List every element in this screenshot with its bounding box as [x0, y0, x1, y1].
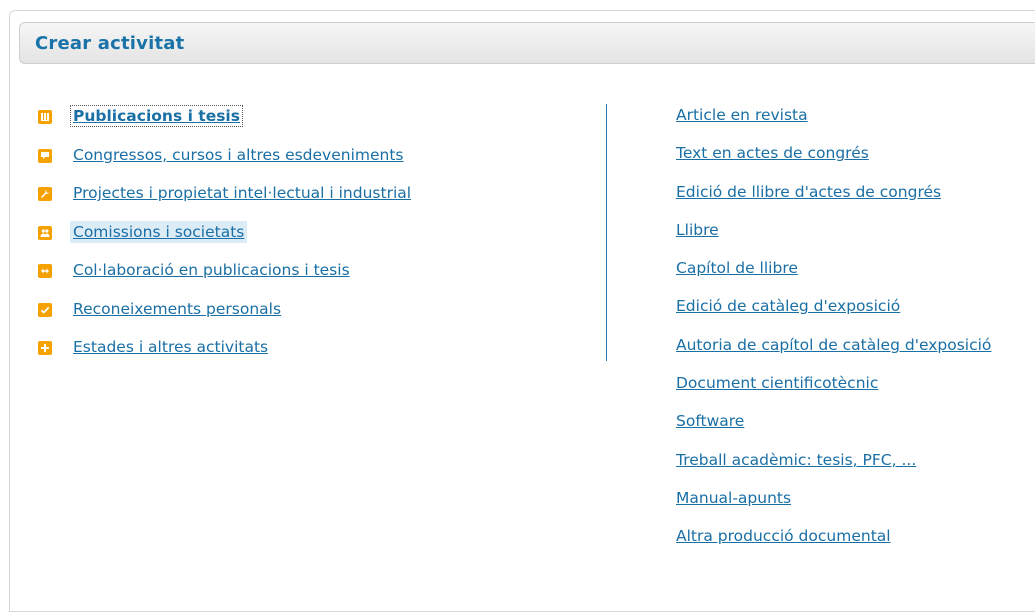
book-icon — [38, 110, 52, 124]
arrows-icon — [38, 264, 52, 278]
subtype-item: Article en revista — [676, 105, 991, 143]
subtype-item: Text en actes de congrés — [676, 143, 991, 181]
subtype-link-treball-academic[interactable]: Treball acadèmic: tesis, PFC, ... — [676, 451, 916, 469]
category-list: Publicacions i tesis Congressos, cursos … — [38, 105, 414, 375]
subtype-link-document-cientificotecnic[interactable]: Document cientificotècnic — [676, 374, 878, 392]
subtype-item: Edició de llibre d'actes de congrés — [676, 182, 991, 220]
subtype-link-software[interactable]: Software — [676, 412, 744, 430]
category-item-comissions: Comissions i societats — [38, 220, 414, 260]
subtype-link-text-actes[interactable]: Text en actes de congrés — [676, 144, 869, 162]
wrench-icon — [38, 187, 52, 201]
subtype-link-llibre[interactable]: Llibre — [676, 221, 719, 239]
category-link-congressos[interactable]: Congressos, cursos i altres esdeveniment… — [70, 144, 407, 166]
page-title: Crear activitat — [35, 33, 185, 54]
subtype-item: Edició de catàleg d'exposició — [676, 296, 991, 334]
category-link-publicacions[interactable]: Publicacions i tesis — [70, 105, 243, 127]
subtype-item: Document cientificotècnic — [676, 373, 991, 411]
subtype-link-edicio-llibre-actes[interactable]: Edició de llibre d'actes de congrés — [676, 183, 941, 201]
subtype-link-autoria-capitol-cataleg[interactable]: Autoria de capítol de catàleg d'exposici… — [676, 336, 991, 354]
subtype-item: Autoria de capítol de catàleg d'exposici… — [676, 335, 991, 373]
plus-icon — [38, 341, 52, 355]
subtype-item: Capítol de llibre — [676, 258, 991, 296]
speech-bubble-icon — [38, 148, 52, 163]
category-link-projectes[interactable]: Projectes i propietat intel·lectual i in… — [70, 182, 414, 204]
subtype-item: Llibre — [676, 220, 991, 258]
category-link-reconeixements[interactable]: Reconeixements personals — [70, 298, 284, 320]
subtype-link-manual-apunts[interactable]: Manual-apunts — [676, 489, 791, 507]
category-link-comissions[interactable]: Comissions i societats — [70, 220, 248, 243]
subtype-link-altra-produccio[interactable]: Altra producció documental — [676, 527, 891, 545]
subtype-link-article[interactable]: Article en revista — [676, 106, 808, 124]
subtype-item: Manual-apunts — [676, 488, 991, 526]
category-item-congressos: Congressos, cursos i altres esdeveniment… — [38, 144, 414, 183]
column-divider — [606, 104, 607, 361]
checkmark-icon — [38, 302, 52, 317]
subtype-item: Altra producció documental — [676, 526, 991, 564]
subtype-list: Article en revista Text en actes de cong… — [676, 105, 991, 565]
category-link-estades[interactable]: Estades i altres activitats — [70, 336, 271, 358]
category-item-reconeixements: Reconeixements personals — [38, 298, 414, 337]
category-link-collaboracio[interactable]: Col·laboració en publicacions i tesis — [70, 259, 353, 281]
subtype-item: Treball acadèmic: tesis, PFC, ... — [676, 450, 991, 488]
category-item-projectes: Projectes i propietat intel·lectual i in… — [38, 182, 414, 221]
people-icon — [38, 225, 52, 240]
category-item-collaboracio: Col·laboració en publicacions i tesis — [38, 259, 414, 298]
category-item-publicacions: Publicacions i tesis — [38, 105, 414, 144]
panel-header: Crear activitat — [19, 22, 1035, 64]
category-item-estades: Estades i altres activitats — [38, 336, 414, 375]
subtype-item: Software — [676, 411, 991, 449]
subtype-link-edicio-cataleg[interactable]: Edició de catàleg d'exposició — [676, 297, 900, 315]
subtype-link-capitol-llibre[interactable]: Capítol de llibre — [676, 259, 798, 277]
